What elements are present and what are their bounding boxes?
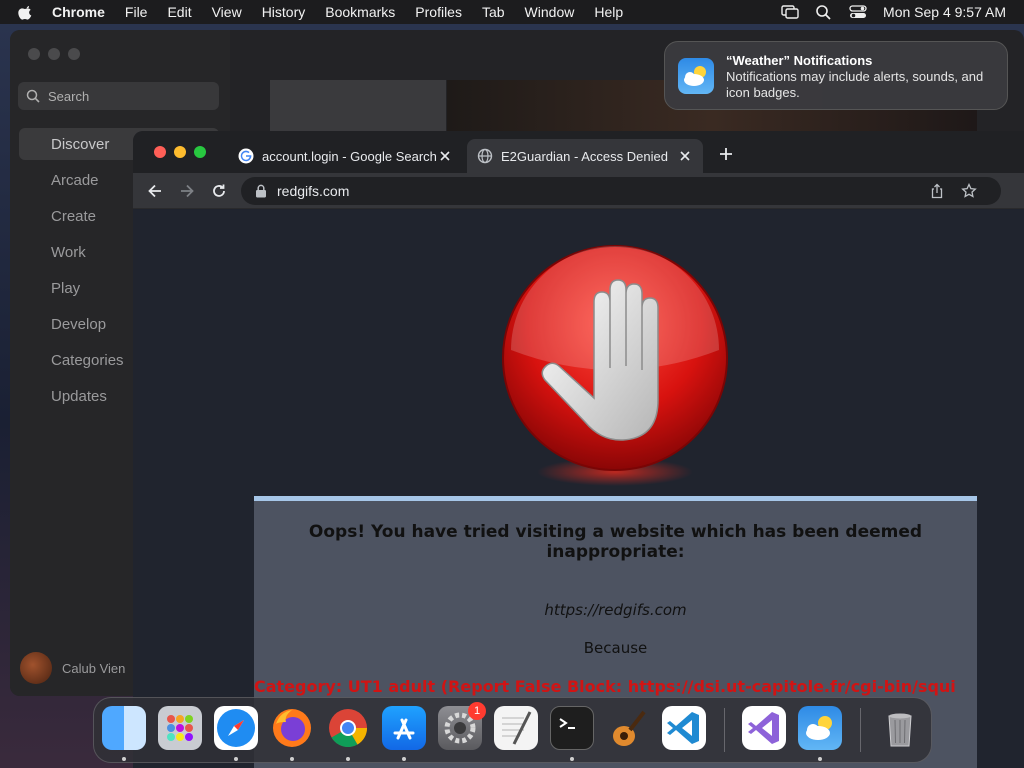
menu-window[interactable]: Window bbox=[525, 4, 575, 20]
stop-hand-icon bbox=[502, 245, 728, 486]
menu-view[interactable]: View bbox=[212, 4, 242, 20]
window-close-button-inactive[interactable] bbox=[28, 48, 40, 60]
notification-badge: 1 bbox=[468, 702, 486, 720]
search-icon bbox=[26, 89, 40, 103]
block-headline: Oops! You have tried visiting a website … bbox=[308, 522, 923, 562]
dock: 1 bbox=[93, 697, 932, 763]
menubar-status-area: Mon Sep 4 9:57 AM bbox=[765, 0, 1006, 24]
safari-icon[interactable] bbox=[214, 706, 258, 750]
search-placeholder: Search bbox=[48, 88, 90, 104]
google-icon bbox=[238, 148, 254, 164]
chrome-window: account.login - Google Search E2Guardian… bbox=[133, 131, 1024, 768]
dock-separator bbox=[724, 708, 725, 752]
terminal-icon[interactable] bbox=[550, 706, 594, 750]
running-indicator bbox=[122, 757, 126, 761]
running-indicator bbox=[570, 757, 574, 761]
window-close-button[interactable] bbox=[154, 146, 166, 158]
finder-icon[interactable] bbox=[102, 706, 146, 750]
running-indicator bbox=[234, 757, 238, 761]
account-name: Calub Vien bbox=[62, 660, 126, 676]
running-indicator bbox=[402, 757, 406, 761]
menu-bar: Chrome File Edit View History Bookmarks … bbox=[0, 0, 1024, 24]
textedit-icon[interactable] bbox=[494, 706, 538, 750]
menu-tab[interactable]: Tab bbox=[482, 4, 505, 20]
globe-icon bbox=[477, 148, 493, 164]
window-minimize-button-inactive[interactable] bbox=[48, 48, 60, 60]
back-arrow-icon[interactable] bbox=[146, 182, 164, 200]
tab-title: account.login - Google Search bbox=[262, 148, 437, 164]
menu-help[interactable]: Help bbox=[594, 4, 623, 20]
tab-strip: account.login - Google Search E2Guardian… bbox=[133, 131, 1024, 173]
account-button[interactable]: Calub Vien bbox=[20, 652, 125, 684]
menu-edit[interactable]: Edit bbox=[167, 4, 191, 20]
trash-icon[interactable] bbox=[878, 706, 922, 750]
menu-history[interactable]: History bbox=[262, 4, 306, 20]
bookmark-star-icon[interactable] bbox=[961, 183, 977, 199]
share-icon[interactable] bbox=[929, 183, 945, 199]
sidebar-item-discover[interactable]: Discover bbox=[51, 136, 109, 153]
spotlight-search-icon[interactable] bbox=[815, 4, 833, 20]
address-text: redgifs.com bbox=[277, 183, 350, 199]
running-indicator bbox=[818, 757, 822, 761]
window-zoom-button[interactable] bbox=[194, 146, 206, 158]
notification-title: “Weather” Notifications bbox=[726, 53, 873, 68]
because-label: Because bbox=[583, 639, 648, 657]
sidebar-item-arcade[interactable]: Arcade bbox=[51, 172, 99, 189]
block-category-reason[interactable]: Category: UT1 adult (Report False Block:… bbox=[254, 677, 977, 696]
visual-studio-icon[interactable] bbox=[742, 706, 786, 750]
menu-app-name[interactable]: Chrome bbox=[52, 4, 105, 20]
control-center-icon[interactable] bbox=[849, 4, 867, 20]
running-indicator bbox=[290, 757, 294, 761]
chrome-icon[interactable] bbox=[326, 706, 370, 750]
tab-e2guardian[interactable]: E2Guardian - Access Denied bbox=[467, 139, 703, 173]
sidebar-item-develop[interactable]: Develop bbox=[51, 316, 106, 333]
garageband-icon[interactable] bbox=[606, 706, 650, 750]
window-minimize-button[interactable] bbox=[174, 146, 186, 158]
menu-profiles[interactable]: Profiles bbox=[415, 4, 462, 20]
weather-notification[interactable]: “Weather” Notifications Notifications ma… bbox=[664, 41, 1008, 110]
sidebar-item-categories[interactable]: Categories bbox=[51, 352, 124, 369]
reload-icon[interactable] bbox=[210, 182, 228, 200]
menu-file[interactable]: File bbox=[125, 4, 148, 20]
vscode-icon[interactable] bbox=[662, 706, 706, 750]
screen-mirroring-icon[interactable] bbox=[781, 4, 799, 20]
avatar bbox=[20, 652, 52, 684]
blocked-url: https://redgifs.com bbox=[544, 601, 687, 619]
window-zoom-button-inactive[interactable] bbox=[68, 48, 80, 60]
apple-icon[interactable] bbox=[18, 4, 34, 20]
address-bar[interactable]: redgifs.com bbox=[241, 177, 1001, 205]
page-viewport: Oops! You have tried visiting a website … bbox=[133, 210, 1024, 768]
dock-separator bbox=[860, 708, 861, 752]
notification-body: Notifications may include alerts, sounds… bbox=[726, 69, 984, 100]
menu-bookmarks[interactable]: Bookmarks bbox=[325, 4, 395, 20]
weather-app-icon bbox=[678, 58, 714, 94]
sidebar-item-create[interactable]: Create bbox=[51, 208, 96, 225]
browser-toolbar: redgifs.com bbox=[133, 173, 1024, 209]
launchpad-icon[interactable] bbox=[158, 706, 202, 750]
tab-google-search[interactable]: account.login - Google Search bbox=[228, 139, 463, 173]
weather-icon[interactable] bbox=[798, 706, 842, 750]
close-tab-icon[interactable] bbox=[437, 148, 453, 164]
sidebar-item-work[interactable]: Work bbox=[51, 244, 86, 261]
lock-icon[interactable] bbox=[255, 184, 267, 198]
sidebar-item-updates[interactable]: Updates bbox=[51, 388, 107, 405]
running-indicator bbox=[346, 757, 350, 761]
forward-arrow-icon[interactable] bbox=[178, 182, 196, 200]
tab-title: E2Guardian - Access Denied bbox=[501, 148, 668, 164]
sidebar-item-play[interactable]: Play bbox=[51, 280, 80, 297]
app-store-icon[interactable] bbox=[382, 706, 426, 750]
firefox-icon[interactable] bbox=[270, 706, 314, 750]
close-tab-icon[interactable] bbox=[677, 148, 693, 164]
app-store-search-field[interactable]: Search bbox=[18, 82, 219, 110]
new-tab-icon[interactable] bbox=[718, 146, 734, 162]
menubar-clock[interactable]: Mon Sep 4 9:57 AM bbox=[883, 4, 1006, 20]
